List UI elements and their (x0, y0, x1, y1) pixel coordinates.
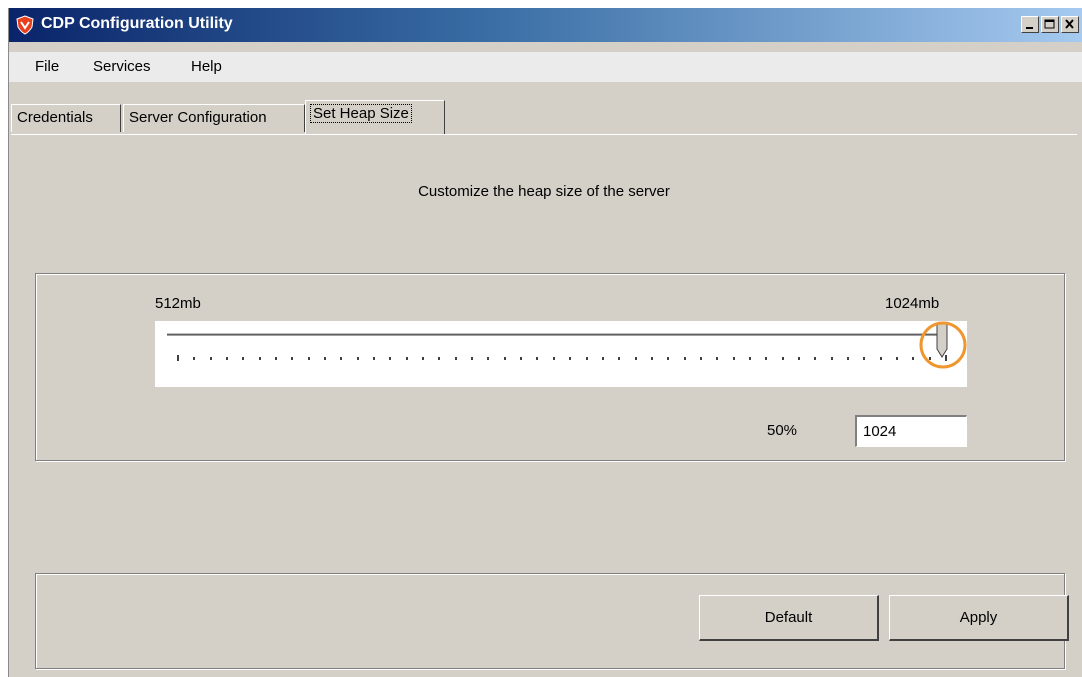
slider-tick (684, 357, 686, 360)
slider-tick (798, 357, 800, 360)
tab-label: Credentials (17, 109, 93, 126)
slider-tick (438, 357, 440, 360)
tab-set-heap-size[interactable]: Set Heap Size (305, 100, 445, 134)
slider-tick (487, 357, 489, 360)
slider-tick (667, 357, 669, 360)
slider-tick (716, 357, 718, 360)
slider-tick (814, 357, 816, 360)
slider-track-svg (167, 321, 967, 369)
tab-credentials[interactable]: Credentials (11, 104, 121, 132)
close-icon (1065, 19, 1074, 29)
slider-tick (847, 357, 849, 360)
slider-tick (471, 357, 473, 360)
slider-tick (536, 357, 538, 360)
slider-tick (455, 357, 457, 360)
close-button[interactable] (1061, 16, 1079, 33)
slider-tick (406, 357, 408, 360)
slider-tick (896, 357, 898, 360)
slider-tick (831, 357, 833, 360)
slider-min-label: 512mb (155, 295, 201, 312)
menu-help[interactable]: Help (185, 56, 228, 77)
tab-strip: Credentials Server Configuration Set Hea… (9, 100, 1082, 136)
tab-server-configuration[interactable]: Server Configuration (123, 104, 305, 132)
minimize-icon (1026, 27, 1033, 29)
menu-file[interactable]: File (29, 56, 65, 77)
slider-tick (210, 357, 212, 360)
slider-tick (193, 357, 195, 360)
slider-tick (242, 357, 244, 360)
slider-tick (569, 357, 571, 360)
slider-tick (504, 357, 506, 360)
slider-ticks (177, 355, 947, 361)
slider-tick (520, 357, 522, 360)
apply-button[interactable]: Apply (889, 595, 1069, 641)
shield-logo-icon (16, 15, 34, 35)
slider-tick (618, 357, 620, 360)
slider-tick (373, 357, 375, 360)
default-button[interactable]: Default (699, 595, 879, 641)
minimize-button[interactable] (1021, 16, 1039, 33)
slider-tick (749, 357, 751, 360)
maximize-icon (1044, 19, 1055, 29)
menu-services[interactable]: Services (87, 56, 157, 77)
slider-tick (880, 357, 882, 360)
slider-tick (275, 357, 277, 360)
tab-label: Server Configuration (129, 109, 267, 126)
slider-tick (929, 357, 931, 360)
slider-tick (357, 357, 359, 360)
slider-tick (340, 357, 342, 360)
slider-tick (259, 357, 261, 360)
heap-size-input[interactable] (855, 415, 967, 447)
slider-tick (177, 355, 179, 361)
slider-tick (782, 357, 784, 360)
slider-tick (308, 357, 310, 360)
slider-tick (765, 357, 767, 360)
slider-tick (863, 357, 865, 360)
slider-tick (700, 357, 702, 360)
slider-tick (586, 357, 588, 360)
heap-slider[interactable] (155, 321, 967, 387)
slider-tick (635, 357, 637, 360)
slider-tick (389, 357, 391, 360)
slider-tick (602, 357, 604, 360)
slider-tick (553, 357, 555, 360)
percent-label: 50% (767, 422, 798, 439)
menu-bar: File Services Help (9, 52, 1082, 82)
slider-tick (733, 357, 735, 360)
slider-tick (226, 357, 228, 360)
title-bar[interactable]: CDP Configuration Utility (9, 8, 1082, 42)
slider-thumb[interactable] (936, 322, 948, 358)
panel-heading: Customize the heap size of the server (418, 183, 670, 200)
heap-size-panel: Customize the heap size of the server 51… (11, 134, 1077, 677)
window-title: CDP Configuration Utility (41, 15, 233, 32)
slider-tick (422, 357, 424, 360)
slider-max-label: 1024mb (885, 295, 940, 312)
slider-tick (291, 357, 293, 360)
slider-tick (945, 355, 947, 361)
slider-tick (651, 357, 653, 360)
tab-label: Set Heap Size (310, 104, 412, 123)
main-window: CDP Configuration Utility File Services … (8, 8, 1082, 677)
slider-tick (912, 357, 914, 360)
maximize-button[interactable] (1041, 16, 1059, 33)
slider-tick (324, 357, 326, 360)
